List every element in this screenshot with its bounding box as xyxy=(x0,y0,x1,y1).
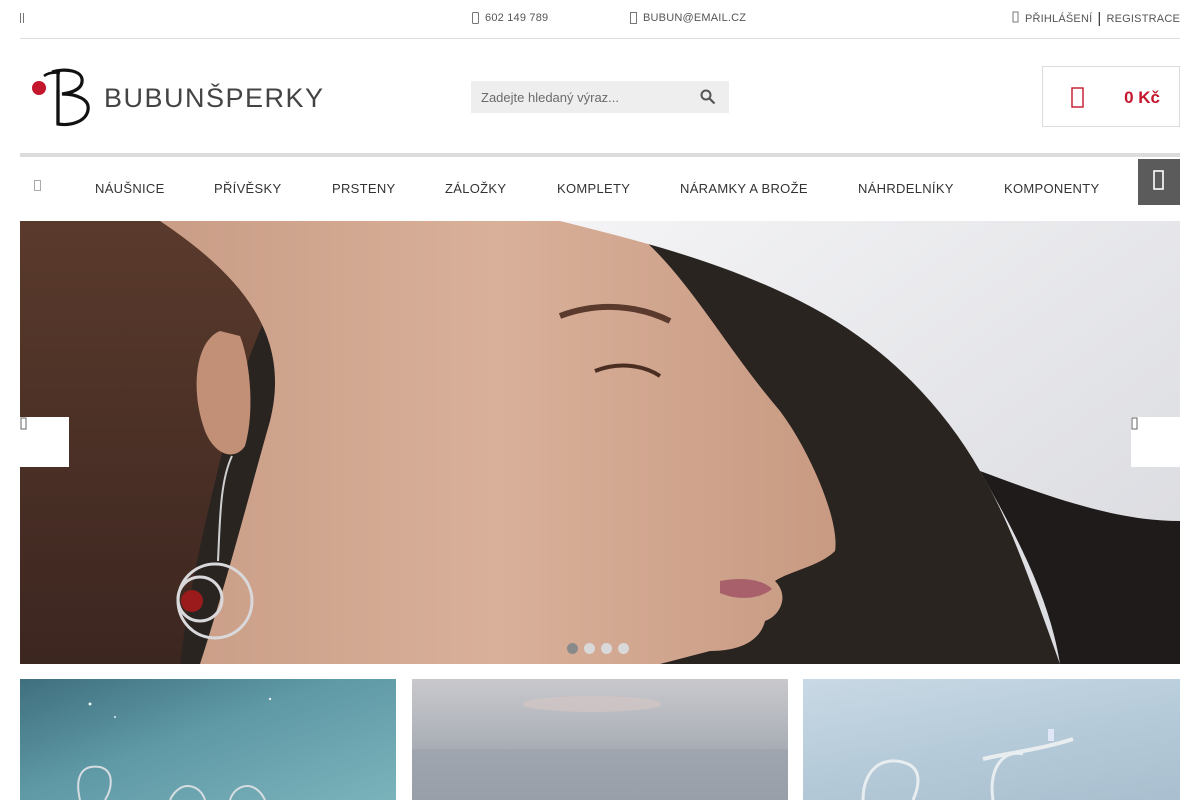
cart-total: 0 Kč xyxy=(1124,88,1160,107)
hero-slider[interactable] xyxy=(20,221,1180,664)
home-icon[interactable] xyxy=(34,179,42,191)
user-icon xyxy=(1012,11,1020,26)
hamburger-icon xyxy=(1153,169,1165,195)
nav-item-komplety[interactable]: KOMPLETY xyxy=(557,181,630,196)
main-navigation: NÁUŠNICE PŘÍVĚSKY PRSTENY ZÁLOŽKY KOMPLE… xyxy=(20,153,1180,221)
banner-image xyxy=(861,729,1074,800)
banner-image xyxy=(412,696,788,800)
logo-text: BUBUNŠPERKY xyxy=(104,83,325,113)
nav-item-naramky-a-broze[interactable]: NÁRAMKY A BROŽE xyxy=(680,181,808,196)
search-icon[interactable] xyxy=(700,89,716,105)
category-banner[interactable] xyxy=(803,679,1180,800)
category-banner[interactable] xyxy=(20,679,396,800)
phone-icon xyxy=(472,12,479,24)
slider-prev-button[interactable] xyxy=(20,417,69,467)
mail-icon xyxy=(630,12,637,24)
email-address: BUBUN@EMAIL.CZ xyxy=(643,12,747,24)
nav-item-nausnice[interactable]: NÁUŠNICE xyxy=(95,181,165,196)
slider-dot[interactable] xyxy=(584,643,595,654)
banner-image xyxy=(77,697,272,800)
nav-item-nahrdelniky[interactable]: NÁHRDELNÍKY xyxy=(858,181,954,196)
nav-item-zalozky[interactable]: ZÁLOŽKY xyxy=(445,181,506,196)
slider-dot[interactable] xyxy=(618,643,629,654)
category-banner[interactable] xyxy=(412,679,788,800)
search-box xyxy=(471,81,729,113)
slider-dot[interactable] xyxy=(601,643,612,654)
nav-item-prsteny[interactable]: PRSTENY xyxy=(332,181,396,196)
nav-item-privesky[interactable]: PŘÍVĚSKY xyxy=(214,181,281,196)
login-link[interactable]: PŘIHLÁŠENÍ xyxy=(1025,13,1092,25)
shopping-bag-icon xyxy=(1071,85,1085,109)
slider-dots xyxy=(567,643,629,654)
site-logo[interactable]: BUBUNŠPERKY xyxy=(30,64,340,130)
slider-next-button[interactable] xyxy=(1131,417,1180,467)
slider-dot[interactable] xyxy=(567,643,578,654)
email-contact[interactable]: BUBUN@EMAIL.CZ xyxy=(630,12,746,24)
phone-contact[interactable]: 602 149 789 xyxy=(472,12,548,24)
cart-button[interactable]: 0 Kč xyxy=(1042,66,1180,127)
menu-icon[interactable] xyxy=(20,12,30,26)
hamburger-button[interactable] xyxy=(1138,159,1180,205)
top-bar: 602 149 789 BUBUN@EMAIL.CZ PŘIHLÁŠENÍ | … xyxy=(20,0,1180,39)
hero-image xyxy=(20,221,1180,664)
register-link[interactable]: REGISTRACE xyxy=(1106,13,1180,25)
search-input[interactable] xyxy=(471,81,691,113)
account-links: PŘIHLÁŠENÍ | REGISTRACE xyxy=(1012,11,1180,26)
nav-item-komponenty[interactable]: KOMPONENTY xyxy=(1004,181,1099,196)
logo-mark xyxy=(32,68,90,127)
phone-number: 602 149 789 xyxy=(485,12,549,24)
divider: | xyxy=(1097,9,1102,27)
